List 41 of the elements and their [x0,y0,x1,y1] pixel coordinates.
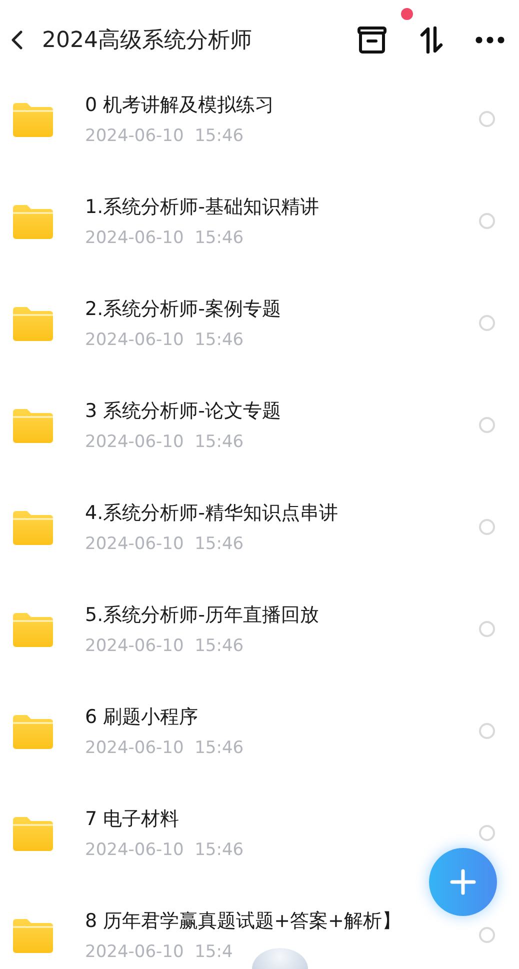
folder-icon [11,712,55,750]
select-radio[interactable] [479,621,495,637]
more-icon[interactable] [475,36,505,44]
add-button[interactable] [429,848,497,916]
folder-icon [11,406,55,444]
folder-icon [11,610,55,648]
folder-name[interactable]: 4.系统分析师-精华知识点串讲 [85,500,479,526]
select-radio[interactable] [479,315,495,331]
plus-icon [449,868,477,896]
folder-name[interactable]: 7 电子材料 [85,806,479,832]
select-radio[interactable] [479,825,495,841]
modified-date: 2024-06-10 15:46 [85,738,244,758]
box-icon[interactable] [357,26,387,54]
folder-name[interactable]: 6 刷题小程序 [85,704,479,730]
folder-icon [11,508,55,546]
modified-date: 2024-06-10 15:46 [85,228,244,248]
folder-name[interactable]: 3 系统分析师-论文专题 [85,398,479,424]
folder-name[interactable]: 1.系统分析师-基础知识精讲 [85,194,479,220]
select-radio[interactable] [479,927,495,943]
modified-date: 2024-06-10 15:46 [85,330,244,350]
folder-icon [11,100,55,138]
folder-name[interactable]: 2.系统分析师-案例专题 [85,296,479,322]
window-title: 2024高级系统分析师 [42,27,253,55]
select-radio[interactable] [479,213,495,229]
modified-date: 2024-06-10 15:46 [85,432,244,452]
folder-icon [11,916,55,954]
select-radio[interactable] [479,723,495,739]
select-radio[interactable] [479,111,495,127]
folder-icon [11,202,55,240]
modified-date: 2024-06-10 15:4 [85,942,233,962]
folder-name[interactable]: 5.系统分析师-历年直播回放 [85,602,479,628]
folder-name[interactable]: 8 历年君学赢真题试题+答案+解析】 [85,908,479,934]
modified-date: 2024-06-10 15:46 [85,534,244,554]
select-radio[interactable] [479,519,495,535]
folder-name[interactable]: 0 机考讲解及模拟练习 [85,92,479,118]
modified-date: 2024-06-10 15:46 [85,636,244,656]
folder-icon [11,304,55,342]
folder-icon [11,814,55,852]
modified-date: 2024-06-10 15:46 [85,840,244,860]
modified-date: 2024-06-10 15:46 [85,126,244,146]
select-radio[interactable] [479,417,495,433]
